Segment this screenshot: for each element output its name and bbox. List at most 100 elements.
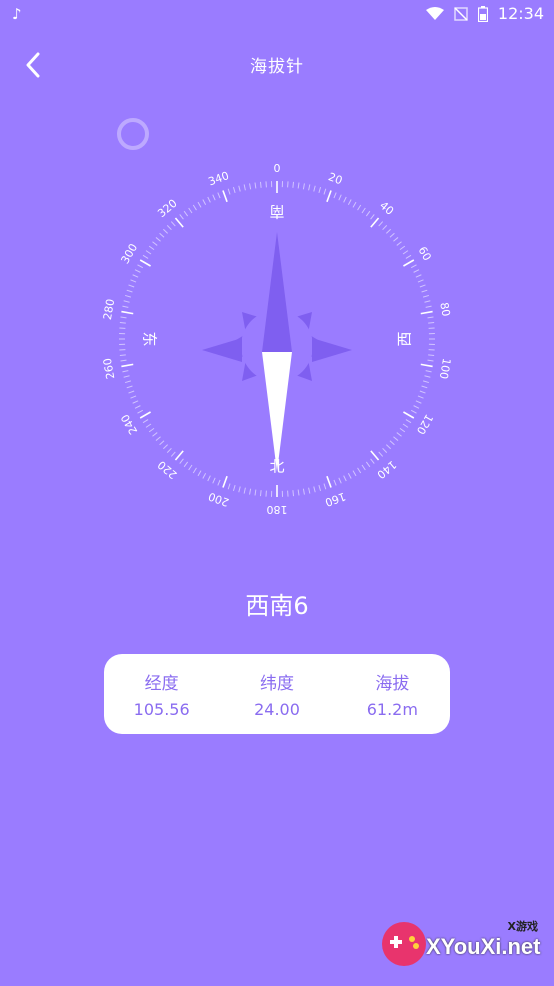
minor-tick — [142, 419, 149, 424]
minor-tick — [421, 289, 428, 293]
minor-tick — [399, 245, 406, 251]
minor-tick — [259, 181, 262, 188]
major-tick — [403, 411, 415, 419]
watermark-small-text: X游戏 — [507, 920, 538, 933]
minor-tick — [126, 289, 133, 293]
minor-tick — [389, 232, 395, 238]
minor-tick — [132, 274, 139, 278]
rose-west-arm — [202, 338, 242, 362]
degree-label: 280 — [101, 298, 117, 321]
minor-tick — [323, 188, 327, 195]
minor-tick — [415, 274, 422, 278]
minor-tick — [128, 284, 135, 288]
minor-tick — [352, 201, 357, 208]
minor-tick — [238, 185, 241, 192]
degree-label: 160 — [323, 490, 347, 509]
minor-tick — [352, 470, 357, 477]
minor-tick — [197, 470, 202, 477]
major-tick — [121, 310, 134, 315]
minor-tick — [361, 207, 366, 214]
minor-tick — [396, 432, 402, 437]
battery-icon — [477, 5, 488, 22]
minor-tick — [152, 241, 158, 246]
minor-tick — [419, 390, 426, 394]
degree-label: 80 — [437, 301, 452, 317]
minor-tick — [424, 300, 431, 303]
minor-tick — [119, 354, 126, 357]
cardinal-label-left: 东 — [141, 331, 159, 346]
minor-tick — [202, 472, 207, 479]
minor-tick — [302, 183, 305, 190]
minor-tick — [259, 490, 262, 497]
degree-label: 240 — [118, 412, 140, 437]
minor-tick — [405, 254, 412, 259]
altitude-value: 61.2m — [366, 700, 418, 719]
minor-tick — [365, 210, 371, 217]
minor-tick — [162, 228, 169, 234]
degree-label: 320 — [155, 197, 179, 220]
minor-tick — [415, 400, 422, 404]
minor-tick — [207, 475, 211, 482]
minor-tick — [243, 487, 246, 494]
minor-tick — [179, 458, 184, 464]
minor-tick — [124, 380, 132, 384]
minor-tick — [370, 458, 375, 464]
major-tick — [222, 190, 228, 203]
major-tick — [222, 475, 228, 488]
minor-tick — [405, 419, 412, 424]
minor-tick — [159, 232, 165, 238]
minor-tick — [378, 451, 384, 457]
minor-tick — [122, 305, 129, 308]
degree-label: 40 — [377, 199, 396, 218]
degree-label: 180 — [267, 503, 288, 516]
minor-tick — [333, 192, 337, 199]
minor-tick — [142, 254, 149, 259]
minor-tick — [148, 427, 155, 433]
minor-tick — [413, 269, 420, 273]
needle-north — [262, 232, 292, 352]
degree-label: 140 — [374, 458, 398, 481]
minor-tick — [192, 204, 197, 211]
app-header: 海拔针 — [0, 38, 554, 92]
degree-label: 60 — [416, 244, 434, 263]
minor-tick — [427, 359, 434, 362]
minor-tick — [159, 440, 165, 446]
minor-tick — [238, 486, 241, 493]
major-tick — [420, 310, 433, 315]
minor-tick — [197, 201, 202, 208]
degree-label: 220 — [155, 458, 179, 481]
minor-tick — [254, 182, 257, 189]
major-tick — [370, 450, 380, 461]
minor-tick — [134, 269, 141, 273]
degree-label: 0 — [274, 162, 281, 175]
minor-tick — [313, 185, 316, 192]
minor-tick — [128, 390, 135, 394]
minor-tick — [227, 188, 231, 195]
minor-tick — [428, 321, 435, 324]
minor-tick — [385, 228, 392, 234]
minor-tick — [417, 395, 424, 399]
minor-tick — [192, 467, 197, 474]
minor-tick — [338, 477, 342, 484]
minor-tick — [357, 467, 362, 474]
minor-tick — [152, 432, 158, 437]
minor-tick — [183, 461, 189, 468]
major-tick — [174, 450, 184, 461]
minor-tick — [183, 210, 189, 217]
minor-tick — [120, 316, 127, 319]
minor-tick — [385, 444, 392, 450]
minor-tick — [120, 359, 127, 362]
degree-label: 260 — [101, 357, 117, 380]
minor-tick — [179, 214, 184, 220]
minor-tick — [308, 487, 311, 494]
minor-tick — [188, 207, 193, 214]
minor-tick — [145, 250, 152, 255]
minor-tick — [343, 475, 347, 482]
cardinal-label-right: 西 — [396, 331, 414, 346]
minor-tick — [417, 279, 424, 283]
major-tick — [139, 259, 151, 267]
altitude-label: 海拔 — [375, 674, 410, 694]
rose-east-arm — [312, 338, 352, 362]
minor-tick — [119, 321, 126, 324]
longitude-column: 经度 105.56 — [107, 669, 217, 719]
